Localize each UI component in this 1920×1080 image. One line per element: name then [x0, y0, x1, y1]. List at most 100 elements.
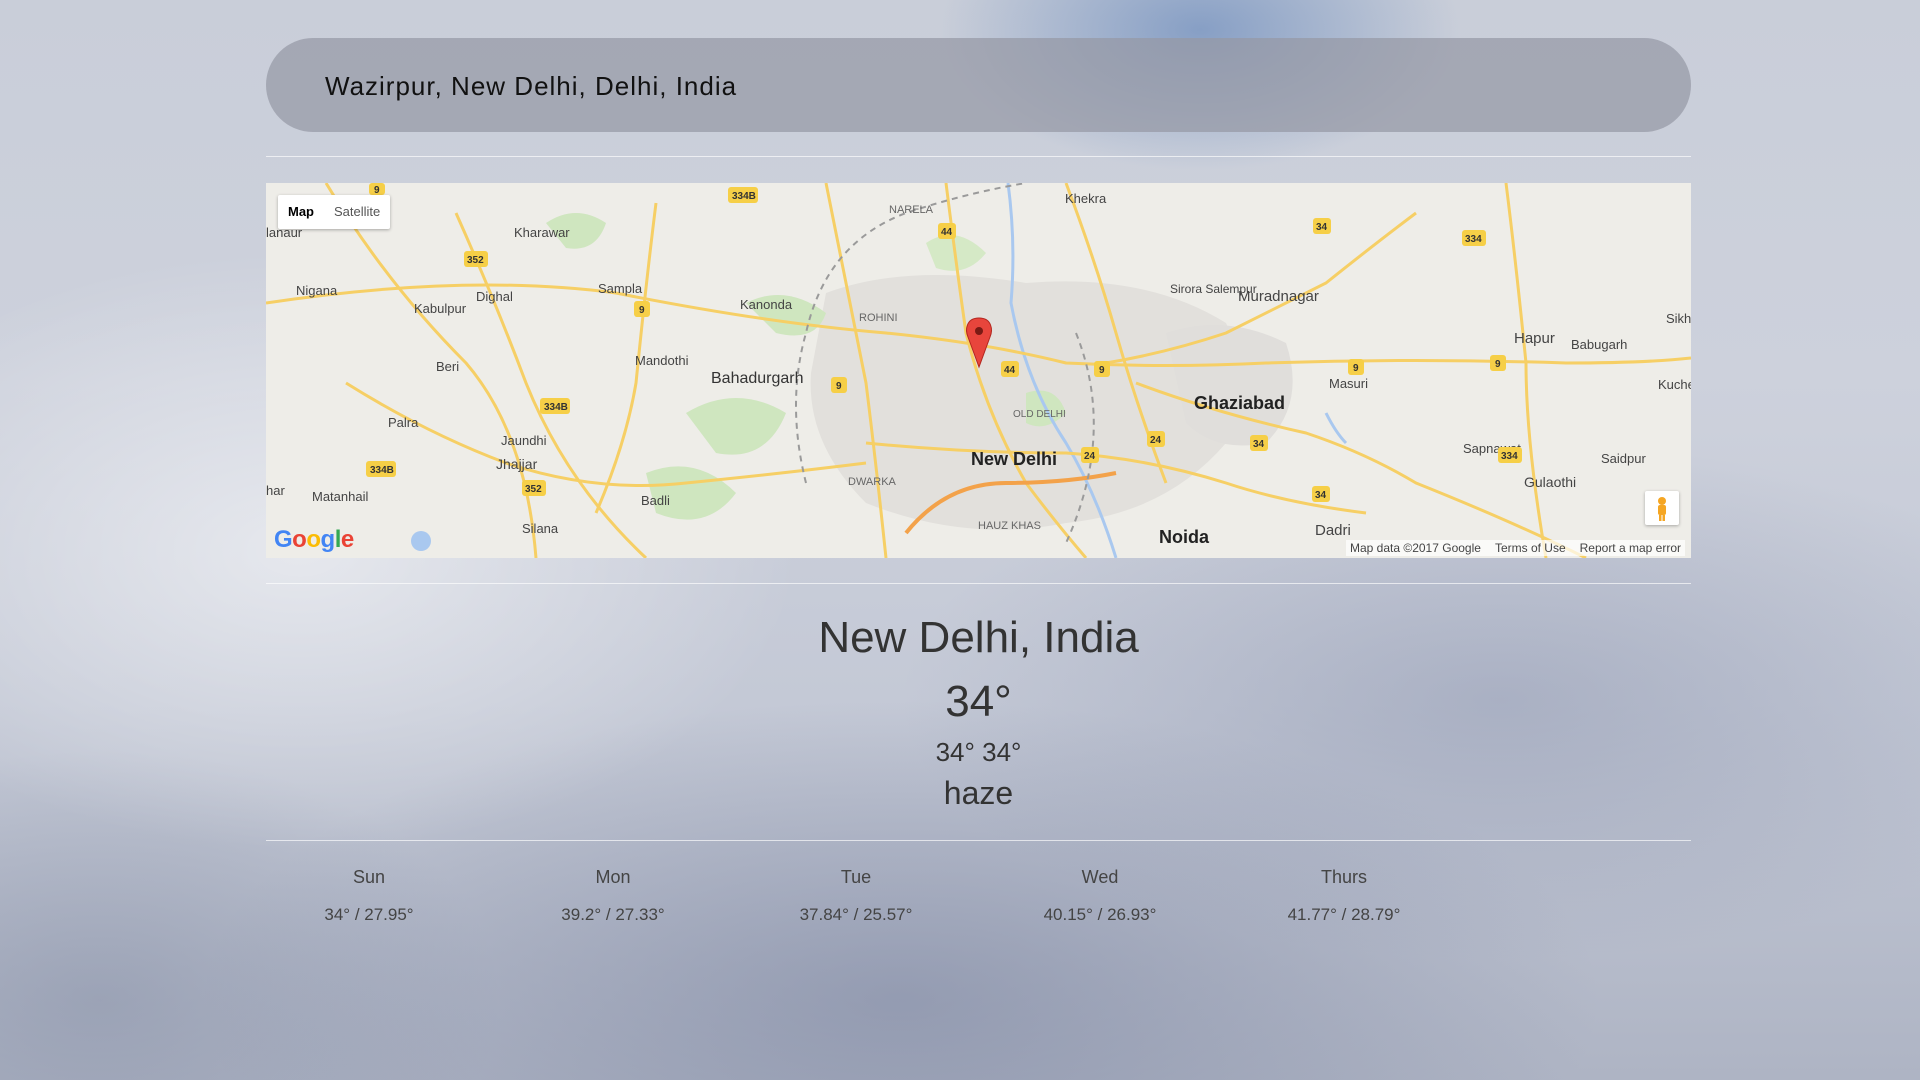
divider	[266, 156, 1691, 157]
svg-text:352: 352	[467, 255, 484, 266]
svg-text:352: 352	[525, 484, 542, 495]
label-beri: Beri	[436, 359, 459, 374]
label-jhajjar: Jhajjar	[496, 456, 538, 472]
label-dwarka: DWARKA	[848, 476, 897, 488]
label-dighal: Dighal	[476, 289, 513, 304]
road-shield: 24	[1147, 431, 1165, 447]
svg-text:9: 9	[1099, 365, 1105, 376]
label-saidpur: Saidpur	[1601, 451, 1646, 466]
forecast-day: Mon 39.2° / 27.33°	[513, 860, 713, 932]
svg-text:44: 44	[1004, 365, 1016, 376]
road-shield: 9	[831, 377, 847, 393]
label-silana: Silana	[522, 521, 559, 536]
forecast-day: Tue 37.84° / 25.57°	[756, 860, 956, 932]
label-mandothi: Mandothi	[635, 353, 689, 368]
label-palra: Palra	[388, 415, 419, 430]
road-shield: 334	[1462, 230, 1486, 246]
svg-text:24: 24	[1150, 435, 1162, 446]
svg-text:34: 34	[1253, 439, 1265, 450]
label-har: har	[266, 483, 285, 498]
road-shield: 9	[634, 301, 650, 317]
svg-text:9: 9	[1353, 363, 1359, 374]
road-shield: 352	[464, 251, 488, 267]
road-shield: 334B	[366, 461, 396, 477]
road-shield: 34	[1312, 486, 1330, 502]
report-map-error-link[interactable]: Report a map error	[1580, 541, 1681, 555]
label-kharawar: Kharawar	[514, 225, 570, 240]
svg-text:34: 34	[1316, 222, 1328, 233]
svg-text:9: 9	[639, 305, 645, 316]
google-logo: Google	[274, 526, 354, 553]
map-footer-links: Map data ©2017 Google Terms of Use Repor…	[1346, 540, 1685, 556]
forecast-temp-range: 37.84° / 25.57°	[799, 905, 913, 924]
forecast-day: Sun 34° / 27.95°	[269, 860, 469, 932]
svg-text:334: 334	[1465, 234, 1482, 245]
road-shield: 9	[1490, 355, 1506, 371]
label-old-delhi: OLD DELHI	[1013, 409, 1066, 420]
map-type-map-button[interactable]: Map	[278, 195, 324, 229]
svg-text:334B: 334B	[370, 465, 394, 476]
svg-text:34: 34	[1315, 490, 1327, 501]
map-canvas[interactable]: New Delhi Ghaziabad Noida Bahadurgarh RO…	[266, 183, 1691, 558]
label-ghaziabad: Ghaziabad	[1194, 393, 1285, 413]
road-shield: 24	[1081, 447, 1099, 463]
svg-text:44: 44	[941, 227, 953, 238]
map-view[interactable]: New Delhi Ghaziabad Noida Bahadurgarh RO…	[266, 183, 1691, 558]
label-gulaothi: Gulaothi	[1524, 474, 1576, 490]
forecast-day-name: Thurs	[1320, 867, 1367, 887]
label-khekra: Khekra	[1065, 191, 1107, 206]
label-narela: NARELA	[889, 204, 934, 216]
map-data-attribution: Map data ©2017 Google	[1350, 541, 1481, 555]
label-masuri: Masuri	[1329, 376, 1368, 391]
svg-text:24: 24	[1084, 451, 1096, 462]
label-nigana: Nigana	[296, 283, 338, 298]
label-babugarh: Babugarh	[1571, 337, 1627, 352]
divider	[266, 583, 1691, 584]
road-shield: 352	[522, 480, 546, 496]
road-shield: 34	[1250, 435, 1268, 451]
label-hauz-khas: HAUZ KHAS	[978, 520, 1041, 532]
label-sikh: Sikh	[1666, 311, 1691, 326]
label-rohini: ROHINI	[859, 312, 898, 324]
label-kuche: Kuche	[1658, 377, 1691, 392]
divider	[266, 840, 1691, 841]
label-new-delhi: New Delhi	[971, 449, 1057, 469]
current-high-low: 34° 34°	[935, 737, 1022, 767]
map-type-satellite-button[interactable]: Satellite	[324, 195, 390, 229]
road-shield: 334B	[540, 398, 570, 414]
svg-text:334B: 334B	[732, 191, 756, 202]
road-shield: 34	[1313, 218, 1331, 234]
location-search-bar[interactable]	[266, 38, 1691, 134]
current-description: haze	[943, 775, 1014, 811]
forecast-day-name: Wed	[1081, 867, 1119, 887]
label-muradnagar: Muradnagar	[1238, 288, 1319, 305]
label-noida: Noida	[1159, 527, 1210, 547]
map-type-control: Map Satellite	[278, 195, 391, 229]
road-shield: 334B	[728, 187, 758, 203]
label-dadri: Dadri	[1315, 522, 1351, 539]
svg-text:334B: 334B	[544, 402, 568, 413]
forecast-day-name: Sun	[352, 867, 386, 887]
label-sampla: Sampla	[598, 281, 643, 296]
label-badli: Badli	[641, 493, 670, 508]
forecast-day-name: Tue	[840, 867, 872, 887]
label-hapur: Hapur	[1514, 330, 1555, 347]
terms-of-use-link[interactable]: Terms of Use	[1495, 541, 1566, 555]
road-shield: 44	[938, 223, 956, 239]
forecast-day: Thurs 41.77° / 28.79°	[1244, 860, 1444, 932]
road-shield: 334	[1498, 447, 1522, 463]
forecast-temp-range: 39.2° / 27.33°	[561, 905, 665, 924]
forecast-day: Wed 40.15° / 26.93°	[1000, 860, 1200, 932]
road-shield: 9	[1348, 359, 1364, 375]
forecast-day-name: Mon	[595, 867, 631, 887]
current-city: New Delhi, India	[818, 613, 1139, 662]
forecast-temp-range: 34° / 27.95°	[324, 905, 414, 924]
street-view-pegman-icon[interactable]	[1645, 491, 1679, 525]
label-kabulpur: Kabulpur	[414, 301, 467, 316]
label-jaundhi: Jaundhi	[501, 433, 547, 448]
road-shield: 44	[1001, 361, 1019, 377]
svg-text:334: 334	[1501, 451, 1518, 462]
current-temperature: 34°	[945, 677, 1012, 726]
label-kanonda: Kanonda	[740, 297, 793, 312]
location-search-input[interactable]	[323, 38, 1627, 134]
